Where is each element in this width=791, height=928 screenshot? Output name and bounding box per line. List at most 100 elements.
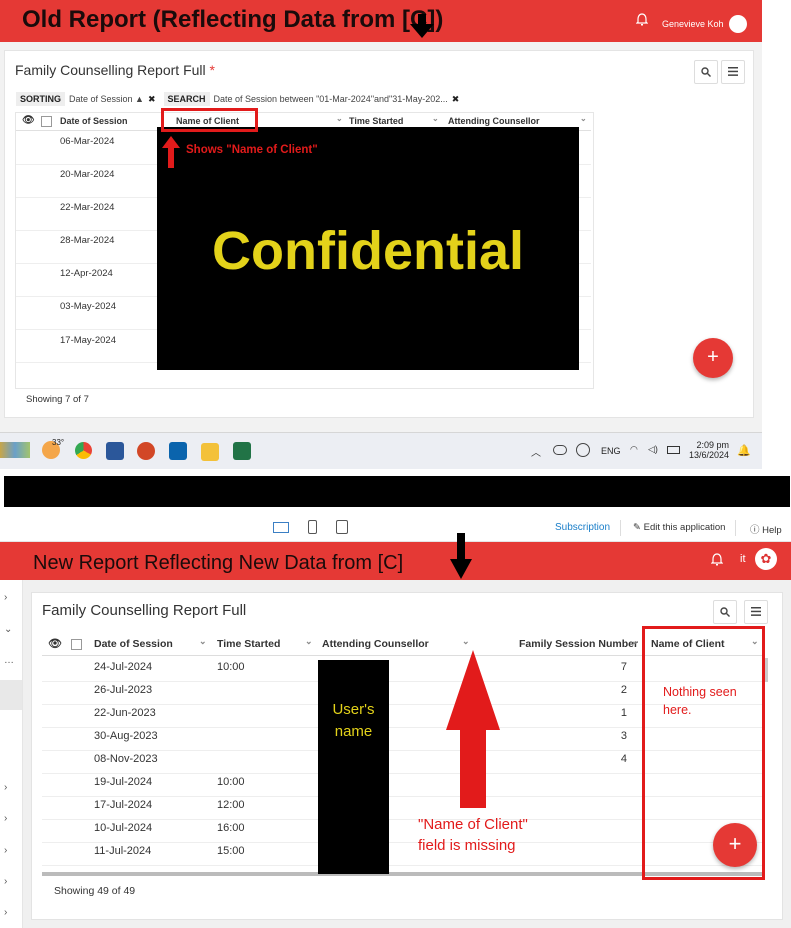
search-button[interactable] <box>713 600 737 624</box>
news-widget-icon[interactable] <box>0 442 30 458</box>
help-icon: ⓘ <box>750 525 760 536</box>
table-row[interactable]: 12-Apr-2024 <box>60 268 113 279</box>
outlook-icon[interactable] <box>169 442 187 460</box>
eye-icon[interactable]: 👁 <box>22 115 35 126</box>
menu-button[interactable] <box>721 60 745 84</box>
date-cell: 11-Jul-2024 <box>94 845 152 857</box>
file-explorer-icon[interactable] <box>201 443 219 461</box>
column-date-of-session[interactable]: Date of Session <box>60 116 128 126</box>
help-label: Help <box>762 525 782 536</box>
column-attending-counsellor[interactable]: Attending Counsellor <box>448 116 540 126</box>
table-row[interactable]: 17-May-2024 <box>60 335 116 346</box>
table-row[interactable]: 20-Mar-2024 <box>60 169 114 180</box>
table-row[interactable]: 22-Mar-2024 <box>60 202 114 213</box>
chevron-down-icon[interactable]: ⌄ <box>631 636 639 647</box>
table-row[interactable]: 03-May-2024 <box>60 301 116 312</box>
chevron-right-icon[interactable]: › <box>4 813 7 824</box>
powerpoint-icon[interactable] <box>137 442 155 460</box>
column-attending-counsellor[interactable]: Attending Counsellor <box>322 638 429 650</box>
down-arrow-icon <box>410 14 434 38</box>
menu-button[interactable] <box>744 600 768 624</box>
session-number-cell: 7 <box>620 661 627 673</box>
word-icon[interactable] <box>106 442 124 460</box>
clock[interactable]: 2:09 pm 13/6/2024 <box>689 440 729 460</box>
speaker-icon[interactable]: ◁) <box>648 444 658 455</box>
wifi-icon[interactable]: ◠ <box>630 444 638 455</box>
chevron-right-icon[interactable]: › <box>4 876 7 887</box>
session-number-cell: 2 <box>620 684 627 696</box>
help-link[interactable]: ⓘ Help <box>750 522 782 536</box>
battery-icon[interactable] <box>667 446 680 454</box>
excel-icon[interactable] <box>233 442 251 460</box>
user-name[interactable]: Genevieve Koh <box>662 19 724 29</box>
chevron-down-icon[interactable]: ⌄ <box>336 114 343 123</box>
bell-icon[interactable] <box>635 13 649 29</box>
column-date-of-session[interactable]: Date of Session <box>94 638 173 650</box>
user-initials[interactable]: it <box>740 553 746 565</box>
date-cell: 22-Jun-2023 <box>94 707 156 719</box>
cloud-icon[interactable] <box>553 445 567 455</box>
time-cell: 15:00 <box>217 845 245 857</box>
search-button[interactable] <box>694 60 718 84</box>
column-time-started[interactable]: Time Started <box>217 638 280 650</box>
language-indicator[interactable]: ENG <box>601 446 621 456</box>
close-icon[interactable]: ✖ <box>452 94 460 105</box>
search-label: SEARCH <box>163 92 210 106</box>
chevron-right-icon[interactable]: › <box>4 907 7 918</box>
column-family-session-number[interactable]: Family Session Number <box>519 638 638 650</box>
add-button[interactable]: + <box>693 338 733 378</box>
row-count: Showing 7 of 7 <box>26 394 89 405</box>
eye-icon[interactable]: 👁 <box>48 637 62 650</box>
chevron-down-icon[interactable]: ⌄ <box>199 636 207 647</box>
date-cell: 26-Jul-2023 <box>94 684 153 696</box>
edit-application-link[interactable]: ✎ Edit this application <box>633 522 725 533</box>
table-row[interactable]: 06-Mar-2024 <box>60 136 114 147</box>
sidebar-item-selected[interactable] <box>0 680 22 710</box>
session-number-cell: 3 <box>620 730 627 742</box>
close-icon[interactable]: ✖ <box>148 94 156 105</box>
date-cell: 19-Jul-2024 <box>94 776 153 788</box>
notification-bell-icon[interactable]: 🔔 <box>737 444 751 457</box>
required-mark: * <box>209 62 215 78</box>
avatar[interactable] <box>729 15 747 33</box>
chevron-right-icon[interactable]: › <box>4 592 7 603</box>
chevron-down-icon[interactable]: ⌄ <box>305 636 313 647</box>
chevron-down-icon[interactable]: ⌄ <box>462 636 470 647</box>
column-time-started[interactable]: Time Started <box>349 116 403 126</box>
sync-icon[interactable] <box>576 443 590 457</box>
date-cell: 24-Jul-2024 <box>94 661 153 673</box>
more-icon[interactable]: … <box>4 655 14 666</box>
chevron-right-icon[interactable]: › <box>4 845 7 856</box>
chrome-icon[interactable] <box>75 442 92 459</box>
filter-chips: SORTING Date of Session ▲ ✖ SEARCH Date … <box>16 92 459 106</box>
search-chip[interactable]: Date of Session between "01-Mar-2024"and… <box>214 94 448 104</box>
chevron-up-icon[interactable]: ︿ <box>531 444 541 459</box>
select-all-checkbox[interactable] <box>71 639 82 650</box>
chevron-down-icon[interactable]: ⌄ <box>4 624 12 635</box>
clock-date: 13/6/2024 <box>689 450 730 460</box>
chevron-down-icon[interactable]: ⌄ <box>432 114 439 123</box>
mobile-view-icon[interactable] <box>308 520 317 534</box>
chevron-down-icon[interactable]: ⌄ <box>580 114 587 123</box>
bell-icon[interactable] <box>710 553 724 571</box>
date-cell: 17-Jul-2024 <box>94 799 153 811</box>
hamburger-icon <box>728 67 738 76</box>
search-icon <box>701 67 711 77</box>
add-button[interactable]: + <box>713 823 757 867</box>
confidential-label: Confidential <box>212 221 524 281</box>
screenshot-title: Old Report (Reflecting Data from [C]) <box>22 6 444 33</box>
table-row[interactable]: 28-Mar-2024 <box>60 235 114 246</box>
avatar[interactable]: ✿ <box>755 548 777 570</box>
clock-time: 2:09 pm <box>696 440 730 450</box>
date-cell: 10-Jul-2024 <box>94 822 153 834</box>
select-all-checkbox[interactable] <box>41 116 52 127</box>
session-number-cell: 4 <box>620 753 627 765</box>
desktop-view-icon[interactable] <box>273 522 289 533</box>
subscription-link[interactable]: Subscription <box>555 522 610 533</box>
report-title-text: Family Counselling Report Full <box>15 62 206 78</box>
time-cell: 10:00 <box>217 661 245 673</box>
hamburger-icon <box>751 607 761 616</box>
chevron-right-icon[interactable]: › <box>4 782 7 793</box>
tablet-view-icon[interactable] <box>336 520 348 534</box>
sorting-chip[interactable]: Date of Session ▲ <box>69 94 144 104</box>
